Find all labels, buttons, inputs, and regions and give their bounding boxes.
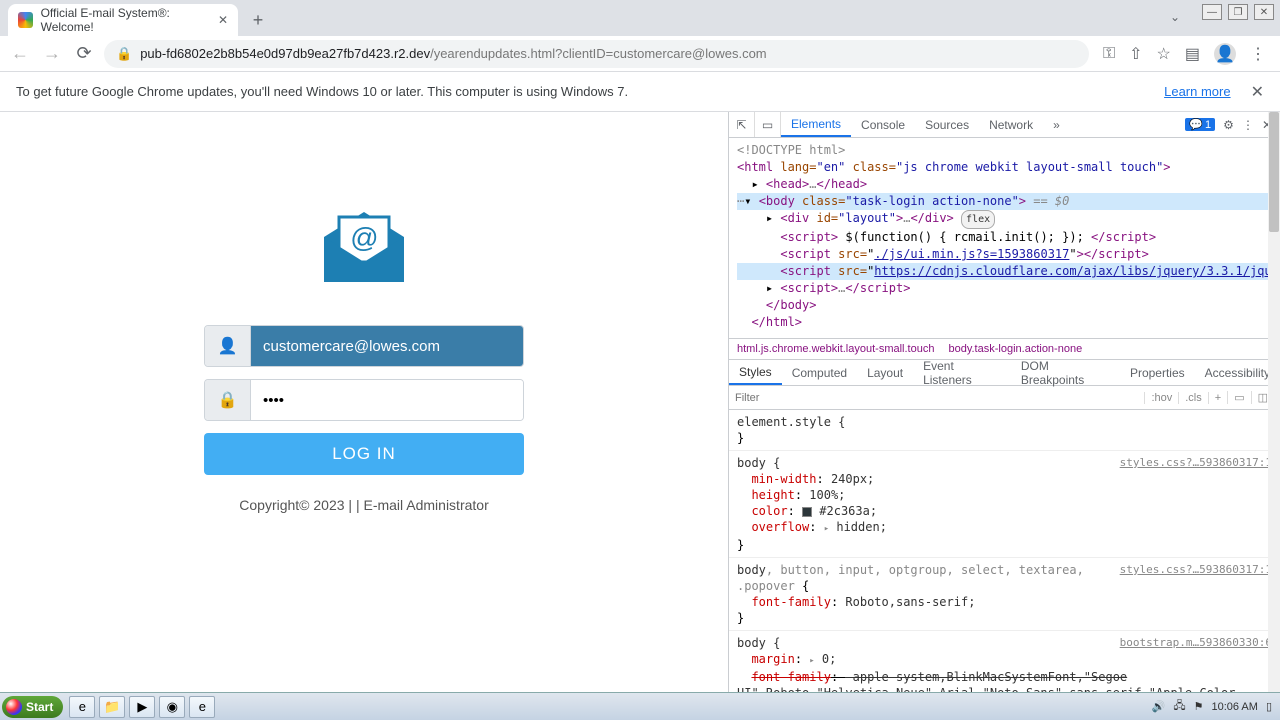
tray-volume-icon[interactable]: 🔊 [1152, 700, 1166, 713]
cls-toggle[interactable]: .cls [1178, 392, 1208, 404]
browser-tab[interactable]: Official E-mail System®: Welcome! ✕ [8, 4, 238, 36]
update-infobar: To get future Google Chrome updates, you… [0, 72, 1280, 112]
taskbar-edge-icon[interactable]: e [189, 696, 215, 718]
login-page: @ 👤 🔒 LOG IN Copyright© 2023 | | E-mail … [0, 112, 728, 692]
tab-elements[interactable]: Elements [781, 112, 851, 137]
dom-breadcrumb[interactable]: html.js.chrome.webkit.layout-small.touch… [729, 338, 1280, 360]
inspect-icon[interactable]: ⇱ [729, 112, 755, 137]
bookmark-icon[interactable]: ☆ [1157, 44, 1171, 64]
tab-properties[interactable]: Properties [1120, 360, 1195, 385]
reload-button[interactable]: ⟳ [72, 42, 96, 66]
minimize-button[interactable]: — [1202, 4, 1222, 20]
taskbar-media-icon[interactable]: ▶ [129, 696, 155, 718]
tray-show-desktop[interactable]: ▯ [1266, 700, 1272, 713]
taskbar-ie-icon[interactable]: e [69, 696, 95, 718]
windows-taskbar: Start e 📁 ▶ ◉ e 🔊 🖧 ⚑ 10:06 AM ▯ [0, 692, 1280, 720]
favicon-icon [18, 12, 33, 28]
tab-dom-breakpoints[interactable]: DOM Breakpoints [1011, 360, 1120, 385]
tray-clock[interactable]: 10:06 AM [1211, 701, 1257, 713]
tab-network[interactable]: Network [979, 112, 1043, 137]
learn-more-link[interactable]: Learn more [1164, 84, 1230, 99]
taskbar-explorer-icon[interactable]: 📁 [99, 696, 125, 718]
profile-avatar[interactable]: 👤 [1214, 43, 1236, 65]
styles-filter-row: :hov .cls + ▭ ◫ [729, 386, 1280, 410]
settings-gear-icon[interactable]: ⚙ [1223, 118, 1234, 132]
copyright-text: Copyright© 2023 | | E-mail Administrator [204, 497, 524, 513]
infobar-text: To get future Google Chrome updates, you… [16, 84, 628, 99]
password-key-icon[interactable]: ⚿ [1103, 45, 1115, 63]
windows-orb-icon [6, 699, 22, 715]
user-icon: 👤 [205, 326, 251, 366]
tab-console[interactable]: Console [851, 112, 915, 137]
start-button[interactable]: Start [2, 696, 63, 718]
new-tab-button[interactable]: + [244, 6, 272, 34]
tab-sources[interactable]: Sources [915, 112, 979, 137]
tray-flag-icon[interactable]: ⚑ [1194, 700, 1204, 713]
tabs-more-icon[interactable]: » [1043, 112, 1070, 137]
back-button[interactable]: ← [8, 42, 32, 66]
device-icon[interactable]: ▭ [1227, 391, 1250, 404]
share-icon[interactable]: ⇧ [1129, 44, 1142, 64]
address-bar[interactable]: 🔒 pub-fd6802e2b8b54e0d97db9ea27fb7d423.r… [104, 40, 1089, 68]
lock-icon: 🔒 [116, 46, 132, 62]
devtools-menu-icon[interactable]: ⋮ [1242, 118, 1254, 132]
tray-network-icon[interactable]: 🖧 [1173, 697, 1185, 716]
devtools-panel: ⇱ ▭ Elements Console Sources Network » 💬… [728, 112, 1280, 692]
svg-text:@: @ [350, 222, 378, 253]
mail-logo-icon: @ [314, 192, 414, 295]
tab-title: Official E-mail System®: Welcome! [41, 6, 210, 34]
lock-icon: 🔒 [205, 380, 251, 420]
styles-filter-input[interactable] [735, 392, 1144, 404]
infobar-close-icon[interactable]: ✕ [1251, 82, 1264, 102]
new-rule-icon[interactable]: + [1208, 392, 1227, 404]
tab-styles[interactable]: Styles [729, 360, 782, 385]
tab-computed[interactable]: Computed [782, 360, 857, 385]
hov-toggle[interactable]: :hov [1144, 392, 1178, 404]
maximize-button[interactable]: ❐ [1228, 4, 1248, 20]
dom-tree[interactable]: <!DOCTYPE html> <html lang="en" class="j… [729, 138, 1280, 338]
tab-close-icon[interactable]: ✕ [218, 13, 228, 27]
browser-tab-strip: Official E-mail System®: Welcome! ✕ + ⌄ … [0, 0, 1280, 36]
side-panel-icon[interactable]: ▤ [1185, 44, 1200, 64]
styles-pane[interactable]: element.style {} styles.css?…593860317:1… [729, 410, 1280, 692]
forward-button: → [40, 42, 64, 66]
devtools-tab-strip: ⇱ ▭ Elements Console Sources Network » 💬… [729, 112, 1280, 138]
password-row: 🔒 [204, 379, 524, 421]
close-window-button[interactable]: ✕ [1254, 4, 1274, 20]
device-toggle-icon[interactable]: ▭ [755, 112, 781, 137]
styles-tab-strip: Styles Computed Layout Event Listeners D… [729, 360, 1280, 386]
username-row: 👤 [204, 325, 524, 367]
url-host: pub-fd6802e2b8b54e0d97db9ea27fb7d423.r2.… [140, 46, 430, 61]
chrome-menu-icon[interactable]: ⋮ [1250, 44, 1266, 64]
username-input[interactable] [251, 326, 523, 366]
issues-badge[interactable]: 💬1 [1185, 118, 1215, 131]
tabs-overflow-icon[interactable]: ⌄ [1170, 10, 1180, 24]
password-input[interactable] [251, 380, 523, 420]
tab-event-listeners[interactable]: Event Listeners [913, 360, 1011, 385]
tab-layout[interactable]: Layout [857, 360, 913, 385]
url-path: /yearendupdates.html?clientID=customerca… [430, 46, 767, 61]
browser-toolbar: ← → ⟳ 🔒 pub-fd6802e2b8b54e0d97db9ea27fb7… [0, 36, 1280, 72]
taskbar-chrome-icon[interactable]: ◉ [159, 696, 185, 718]
login-button[interactable]: LOG IN [204, 433, 524, 475]
